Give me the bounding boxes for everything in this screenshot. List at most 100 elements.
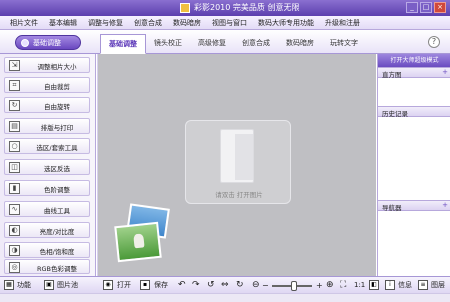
main-toolbar: 基础调整 基础调整 镜头校正 高级修复 创意合成 数码暗房 玩转文字 ?: [0, 30, 450, 54]
layers-button[interactable]: 图层: [431, 279, 445, 292]
hue-icon: ◑: [9, 245, 20, 256]
menu-basic-edit[interactable]: 基本编辑: [49, 18, 77, 28]
flip-icon[interactable]: ⇔: [221, 279, 229, 292]
navigator-expand-icon[interactable]: +: [442, 201, 448, 209]
navigator-header[interactable]: 导航器 +: [378, 200, 450, 212]
sidebar-item-rotate[interactable]: ↻ 自由旋转: [4, 97, 90, 113]
sidebar-item-crop[interactable]: ⌗ 自由裁剪: [4, 77, 90, 93]
undo-icon[interactable]: ↶: [178, 279, 186, 292]
fit-window-icon[interactable]: ⛶: [340, 279, 346, 292]
save-button[interactable]: 保存: [154, 279, 168, 292]
crop-icon: ⌗: [9, 80, 20, 91]
menu-master-features[interactable]: 数码大师专用功能: [258, 18, 314, 28]
zoom-minus-icon[interactable]: −: [262, 279, 269, 292]
close-button[interactable]: ×: [434, 2, 446, 13]
image-pool-icon: ▣: [44, 280, 54, 290]
rotate-right-icon[interactable]: ↻: [236, 279, 244, 292]
sidebar-item-rgb[interactable]: ◎ RGB色彩调整: [4, 259, 90, 274]
history-label: 历史记录: [382, 110, 408, 118]
image-pool-button[interactable]: 图片池: [57, 279, 78, 292]
tab-lens-correction[interactable]: 镜头校正: [146, 34, 190, 54]
feature-tabs: 基础调整 镜头校正 高级修复 创意合成 数码暗房 玩转文字: [100, 34, 366, 54]
maximize-button[interactable]: □: [420, 2, 432, 13]
redo-icon[interactable]: ↷: [192, 279, 200, 292]
history-header[interactable]: 历史记录: [378, 106, 450, 118]
save-icon: ▪: [140, 280, 150, 290]
layers-icon: ≡: [418, 280, 428, 290]
sidebar-item-label: 自由旋转: [44, 103, 70, 111]
sidebar-item-curves[interactable]: ∿ 曲线工具: [4, 201, 90, 217]
histogram-header[interactable]: 直方图 +: [378, 67, 450, 79]
image-canvas[interactable]: 请双击 打开图片: [97, 54, 376, 276]
menu-creative[interactable]: 创意合成: [134, 18, 162, 28]
zoom-slider[interactable]: [272, 281, 312, 291]
sidebar-item-label: 曲线工具: [44, 207, 70, 215]
sidebar-item-label: 排版与打印: [40, 124, 74, 132]
navigator-label: 导航器: [382, 204, 402, 212]
photo-stack-icon: [114, 203, 172, 263]
levels-icon: ▮: [9, 183, 20, 194]
sidebar-item-invert-selection[interactable]: ◫ 选区反选: [4, 159, 90, 175]
document-icon: [220, 129, 254, 183]
menu-view-window[interactable]: 视图与窗口: [212, 18, 247, 28]
invert-selection-icon: ◫: [9, 162, 20, 173]
tool-sidebar: ⇲ 调整相片大小 ⌗ 自由裁剪 ↻ 自由旋转 ▤ 排版与打印 ○ 选区/套索工具…: [0, 54, 96, 276]
window-title: 彩影2010 完美品质 创意无限: [194, 3, 300, 12]
sidebar-item-label: RGB色彩调整: [36, 265, 77, 273]
menu-adjust-repair[interactable]: 调整与修复: [88, 18, 123, 28]
histogram-label: 直方图: [382, 71, 402, 79]
zoom-out-icon[interactable]: ⊖: [252, 279, 260, 292]
info-icon: i: [385, 280, 395, 290]
tab-text-fun[interactable]: 玩转文字: [322, 34, 366, 54]
sidebar-item-label: 色阶调整: [44, 186, 70, 194]
minimize-button[interactable]: _: [406, 2, 418, 13]
lasso-icon: ○: [9, 141, 20, 152]
zoom-in-icon[interactable]: ⊕: [326, 279, 334, 292]
sidebar-item-label: 选区/套索工具: [36, 144, 78, 152]
rotate-left-icon[interactable]: ↺: [207, 279, 215, 292]
zoom-slider-handle[interactable]: [291, 281, 297, 291]
sidebar-item-levels[interactable]: ▮ 色阶调整: [4, 180, 90, 196]
menu-file[interactable]: 相片文件: [10, 18, 38, 28]
function-icon: ▦: [4, 280, 14, 290]
drop-hint-text: 请双击 打开图片: [215, 191, 263, 199]
menu-darkroom[interactable]: 数码暗房: [173, 18, 201, 28]
sidebar-item-lasso[interactable]: ○ 选区/套索工具: [4, 138, 90, 154]
curves-icon: ∿: [9, 204, 20, 215]
zoom-plus-icon[interactable]: +: [316, 279, 323, 292]
sidebar-item-label: 亮度/对比度: [39, 228, 75, 236]
sidebar-item-resize[interactable]: ⇲ 调整相片大小: [4, 57, 90, 73]
sidebar-item-brightness[interactable]: ◐ 亮度/对比度: [4, 222, 90, 238]
tab-advanced-repair[interactable]: 高级修复: [190, 34, 234, 54]
open-image-dropzone[interactable]: 请双击 打开图片: [185, 120, 291, 204]
photo-front-icon: [114, 221, 162, 263]
histogram-expand-icon[interactable]: +: [442, 68, 448, 76]
rotate-icon: ↻: [9, 100, 20, 111]
menu-bar: 相片文件 基本编辑 调整与修复 创意合成 数码暗房 视图与窗口 数码大师专用功能…: [0, 16, 450, 30]
title-bar: 彩影2010 完美品质 创意无限 _ □ ×: [0, 0, 450, 16]
basic-adjust-icon: [21, 38, 29, 47]
basic-adjust-label: 基础调整: [33, 38, 61, 47]
sidebar-item-label: 选区反选: [44, 165, 70, 173]
actual-size-button[interactable]: 1:1: [354, 279, 365, 292]
window-controls: _ □ ×: [406, 2, 446, 13]
tab-darkroom[interactable]: 数码暗房: [278, 34, 322, 54]
status-bar: [0, 293, 450, 302]
resize-icon: ⇲: [9, 60, 20, 71]
brightness-icon: ◐: [9, 225, 20, 236]
camera-icon: ◉: [103, 280, 113, 290]
master-mode-button[interactable]: 打开大师超级模式: [378, 54, 450, 67]
tab-basic-adjust[interactable]: 基础调整: [100, 34, 146, 54]
help-button[interactable]: ?: [428, 36, 440, 48]
sidebar-item-print[interactable]: ▤ 排版与打印: [4, 118, 90, 134]
open-button[interactable]: 打开: [117, 279, 131, 292]
function-button[interactable]: 功能: [17, 279, 31, 292]
right-panel: 打开大师超级模式 直方图 + 历史记录 导航器 +: [377, 54, 450, 276]
menu-upgrade-register[interactable]: 升级和注册: [325, 18, 360, 28]
sidebar-item-label: 自由裁剪: [44, 83, 70, 91]
tab-creative-composite[interactable]: 创意合成: [234, 34, 278, 54]
basic-adjust-button[interactable]: 基础调整: [15, 35, 81, 50]
sidebar-item-hue[interactable]: ◑ 色相/饱和度: [4, 242, 90, 258]
info-button[interactable]: 信息: [398, 279, 412, 292]
compare-icon[interactable]: ◧: [369, 280, 379, 290]
